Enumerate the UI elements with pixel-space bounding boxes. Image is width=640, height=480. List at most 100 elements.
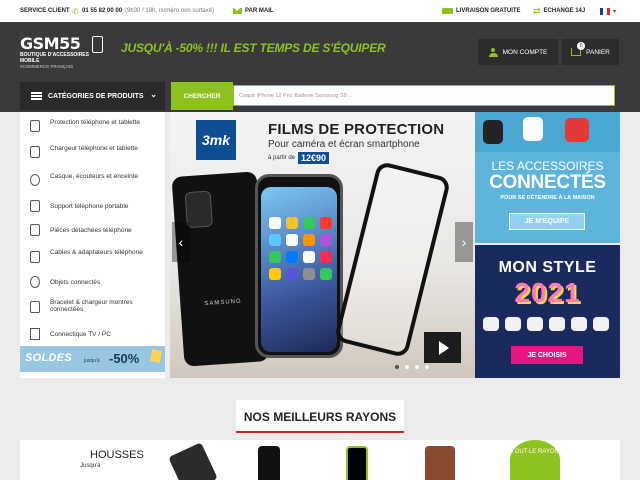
user-icon: [488, 47, 498, 57]
free-shipping-label: LIVRAISON GRATUITE: [456, 8, 521, 14]
leather-wallet-image[interactable]: [425, 446, 455, 480]
phone-contact[interactable]: ✆ 01 55 82 00 00 (9h30 / 18h, numéro non…: [72, 6, 215, 16]
free-shipping[interactable]: LIVRAISON GRATUITE: [442, 8, 521, 14]
section-title: NOS MEILLEURS RAYONS: [236, 400, 404, 433]
carousel-next-button[interactable]: ›: [455, 222, 473, 262]
sidebar-item-label: Bracelet & chargeur montres connectées: [50, 299, 133, 313]
see-all-category-button[interactable]: TOUT LE RAYON: [510, 440, 560, 480]
soldes-small: jusqu'à: [84, 358, 100, 364]
cart-icon: 0: [571, 42, 586, 56]
headphones-icon: [30, 174, 40, 186]
logo[interactable]: GSM55 BOUTIQUE D'ACCESSOIRES MOBILE #COM…: [20, 36, 108, 72]
black-case-image[interactable]: [258, 446, 280, 480]
banner2-line1: MON STYLE: [498, 259, 597, 276]
mail-icon: [233, 8, 242, 14]
banner1-line1: LES ACCESSOIRES: [491, 159, 604, 173]
french-flag-icon: [600, 7, 610, 15]
exchange[interactable]: ⇄ ECHANGE 14J: [533, 6, 586, 16]
housses-discount-label: Jusqu'à: [80, 463, 101, 469]
folio-case-image[interactable]: [168, 442, 218, 480]
exchange-icon: ⇄: [533, 6, 541, 16]
carousel-dot[interactable]: [425, 365, 429, 369]
service-client-label: SERVICE CLIENT: [20, 8, 70, 14]
screen-protector-image: [333, 160, 452, 359]
banner1-line2: CONNECTÉS: [489, 172, 606, 193]
logo-phone-icon: [92, 36, 103, 53]
sidebar-item-label: Pièces détachées téléphone: [50, 227, 132, 234]
sidebar-item-support[interactable]: Support téléphone portable: [20, 198, 165, 214]
je-choisis-button[interactable]: JE CHOISIS: [511, 346, 583, 364]
sidebar-item-cables[interactable]: Cables & adaptateurs téléphone: [20, 246, 165, 268]
my-account-button[interactable]: MON COMPTE: [478, 39, 558, 65]
carousel-dot[interactable]: [405, 365, 409, 369]
phone-front-image: [255, 174, 343, 358]
service-client: SERVICE CLIENT: [20, 8, 70, 14]
menu-icon: [31, 92, 42, 100]
app-grid: [269, 217, 335, 280]
smartwatch-icon: [30, 276, 40, 288]
phone-icon: ✆: [72, 6, 79, 16]
sidebar-item-bracelet[interactable]: Bracelet & chargeur montres connectées: [20, 296, 165, 318]
sidebar-item-label: Cables & adaptateurs téléphone: [50, 249, 143, 256]
search-button[interactable]: CHERCHER: [171, 82, 233, 110]
phone-number: 01 55 82 00 00: [82, 8, 123, 14]
cart-button[interactable]: 0 PANIER: [562, 39, 619, 65]
carousel-dot[interactable]: [415, 365, 419, 369]
phone-notch: [286, 177, 316, 185]
cart-label: PANIER: [586, 48, 610, 56]
connected-accessories-banner[interactable]: LES ACCESSOIRES CONNECTÉS POUR SE DÉTEND…: [475, 112, 620, 243]
category-sidebar: Protection téléphone et tablette Chargeu…: [20, 112, 165, 378]
carousel-dots: [395, 365, 429, 369]
banner2-products: [483, 317, 613, 331]
soldes-banner[interactable]: SOLDES jusqu'à -50%: [20, 346, 165, 372]
carousel-dot[interactable]: [395, 365, 399, 369]
tv-icon: [30, 328, 40, 340]
soldes-pct: -50%: [109, 351, 140, 366]
sidebar-item-protection[interactable]: Protection téléphone et tablette: [20, 116, 165, 136]
chevron-down-icon: ▾: [613, 8, 617, 15]
truck-icon: [442, 8, 453, 14]
sidebar-item-pieces[interactable]: Pièces détachées téléphone: [20, 222, 165, 238]
categories-menu-button[interactable]: CATÉGORIES DE PRODUITS ⌄: [20, 82, 165, 110]
cart-count-badge: 0: [577, 42, 586, 50]
search-input[interactable]: [233, 85, 615, 106]
phone-hours: (9h30 / 18h, numéro non surtaxé): [125, 8, 215, 14]
phone-icon: [30, 120, 40, 132]
watch-band-icon: [30, 301, 40, 313]
spare-parts-icon: [30, 224, 40, 236]
sidebar-item-label: Connectique TV / PC: [50, 331, 111, 338]
carousel-prev-button[interactable]: ‹: [172, 222, 190, 262]
play-video-button[interactable]: [424, 332, 461, 363]
sidebar-item-casque[interactable]: Casque, écouteurs et enceinte: [20, 170, 165, 190]
waterproof-pouch-image[interactable]: [346, 446, 368, 480]
phone-screen: [261, 187, 337, 352]
chevron-down-icon: ⌄: [150, 90, 157, 99]
hero-title: FILMS DE PROTECTION: [268, 121, 445, 138]
brand-logo: 3mk: [196, 120, 236, 160]
promo-banner-text: JUSQU'À -50% !!! IL EST TEMPS DE S'ÉQUIP…: [121, 41, 386, 55]
je-mequipe-button[interactable]: JE M'ÉQUIPE: [509, 213, 585, 230]
logo-tagline: #COMMERCE FRANÇAIS: [20, 64, 74, 69]
best-categories-section: NOS MEILLEURS RAYONS HOUSSES Jusqu'à TOU…: [0, 378, 640, 480]
mail-contact[interactable]: PAR MAIL: [233, 8, 274, 14]
hero-price-tag: 12€90: [298, 152, 330, 164]
sidebar-item-chargeur[interactable]: Chargeur téléphone et tablette: [20, 142, 165, 162]
hero-price-prefix: à partir de: [268, 155, 296, 161]
sidebar-item-label: Protection téléphone et tablette: [50, 119, 140, 126]
banner1-line3: POUR SE DÉTENDRE À LA MAISON: [500, 195, 595, 201]
header: GSM55 BOUTIQUE D'ACCESSOIRES MOBILE #COM…: [0, 22, 640, 80]
phone-holder-icon: [30, 200, 40, 212]
earbuds-image: [523, 117, 543, 141]
sidebar-item-objets[interactable]: Objets connectés: [20, 274, 165, 290]
hero-subtitle: Pour caméra et écran smartphone: [268, 139, 420, 150]
mon-style-2021-banner[interactable]: MON STYLE 2021 JE CHOISIS: [475, 245, 620, 378]
sidebar-item-label: Support téléphone portable: [50, 203, 129, 210]
language-selector[interactable]: ▾: [600, 7, 617, 15]
my-account-label: MON COMPTE: [502, 48, 548, 56]
charger-icon: [30, 146, 40, 158]
hero-carousel[interactable]: 3mk FILMS DE PROTECTION Pour caméra et é…: [170, 112, 475, 378]
soldes-title: SOLDES: [25, 352, 73, 364]
exchange-label: ECHANGE 14J: [543, 8, 586, 14]
sidebar-item-connectique[interactable]: Connectique TV / PC: [20, 326, 165, 342]
housses-label[interactable]: HOUSSES: [90, 449, 144, 461]
